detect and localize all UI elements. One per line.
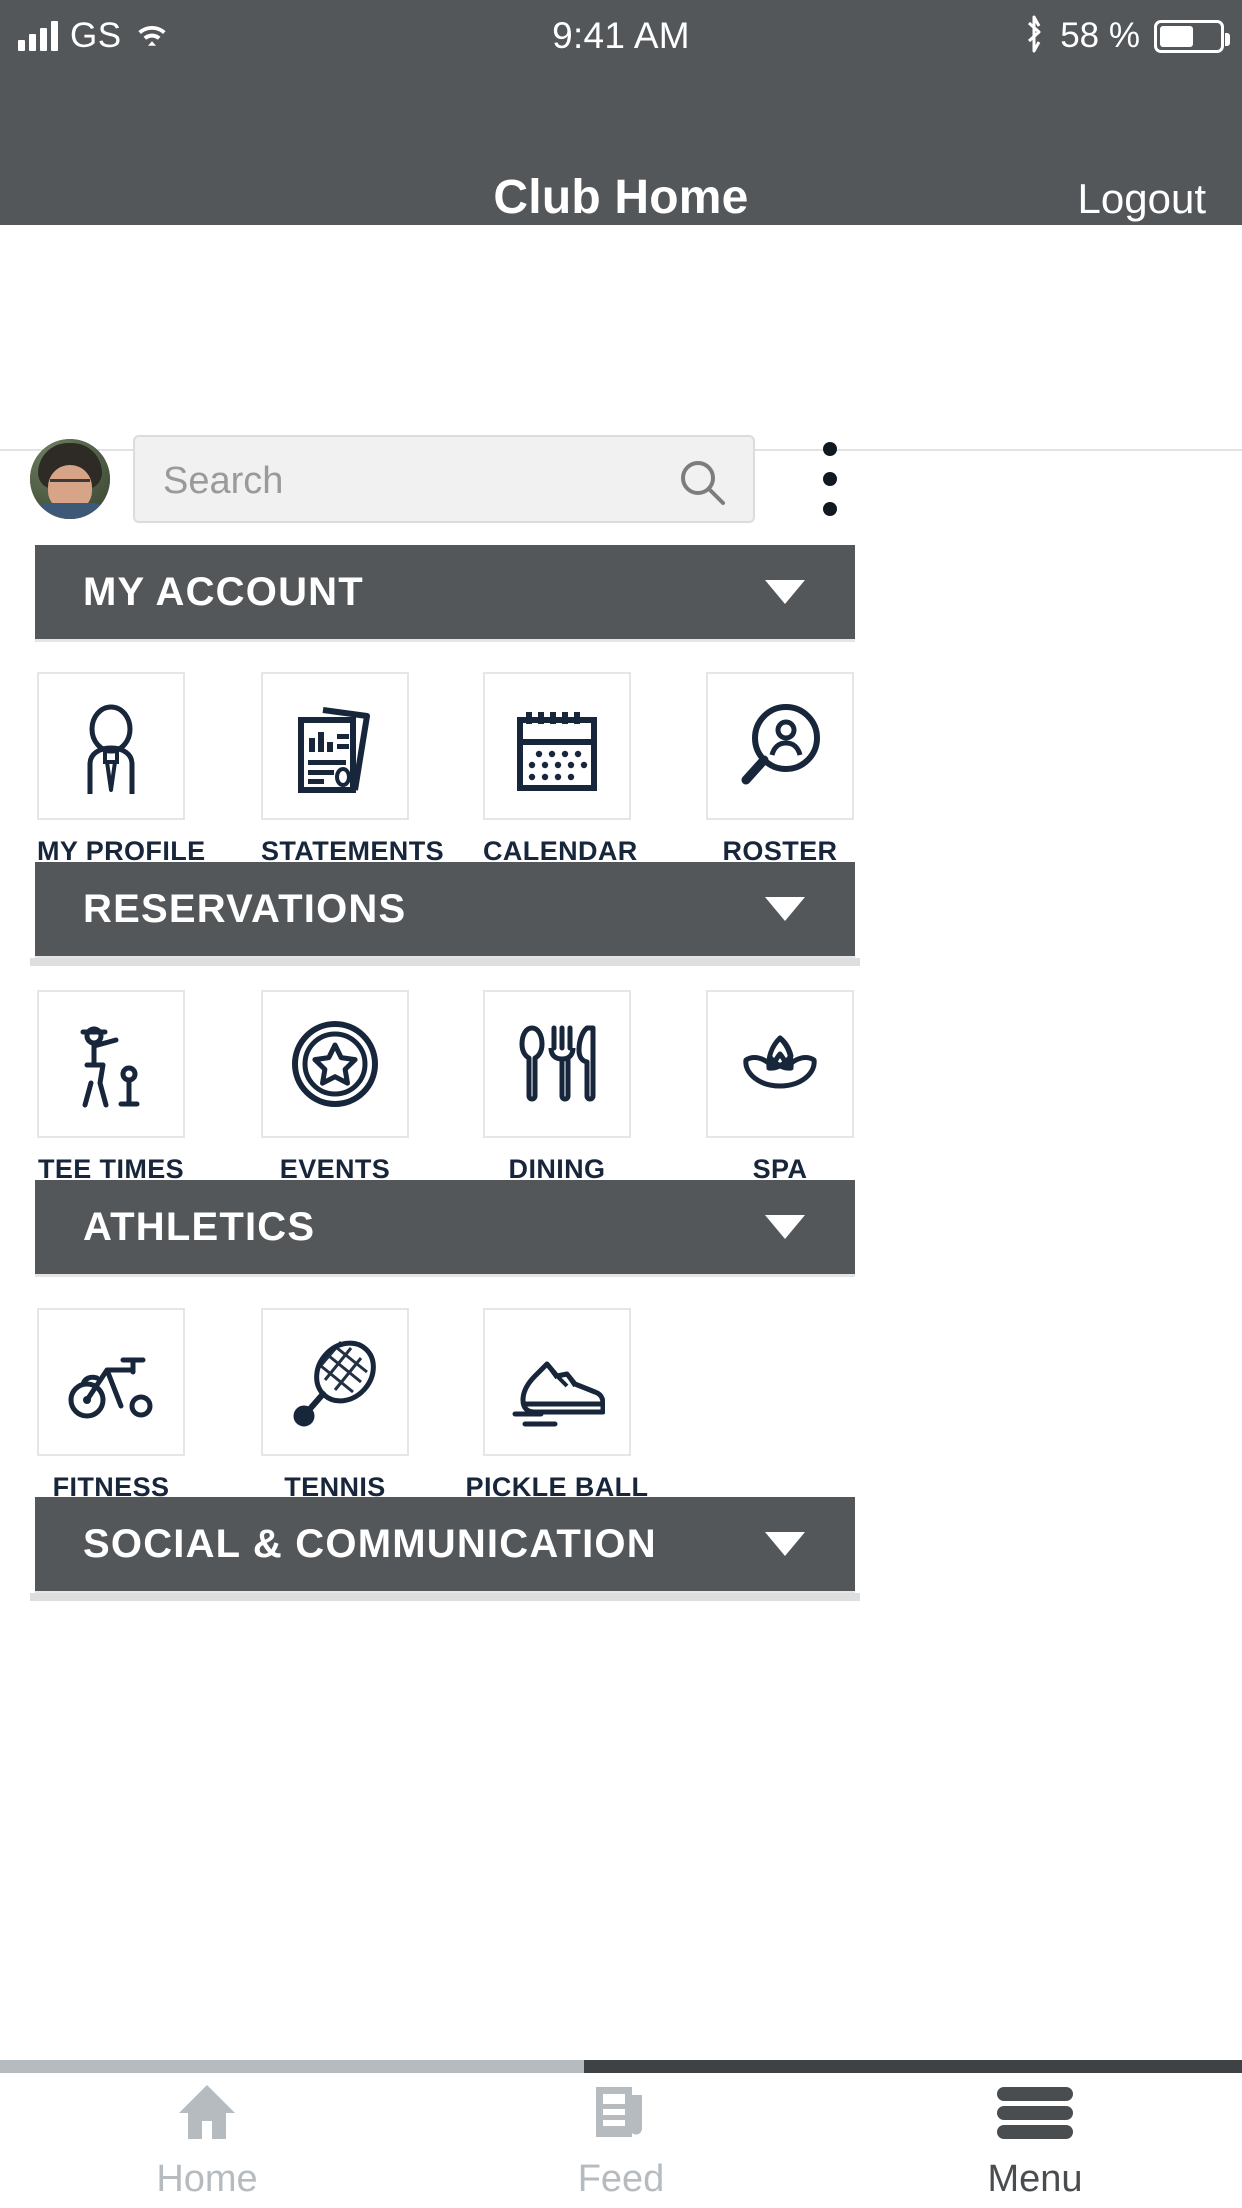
tile-fitness[interactable]: FITNESS [37, 1308, 185, 1503]
lotus-icon [743, 1035, 817, 1089]
clock-label: 9:41 AM [552, 15, 690, 56]
search-placeholder: Search [163, 459, 284, 502]
tile-events[interactable]: EVENTS [261, 990, 409, 1185]
section-header-social-communication[interactable]: SOCIAL & COMMUNICATION [35, 1497, 855, 1591]
running-shoe-icon [512, 1361, 605, 1427]
page-title: Club Home [493, 171, 749, 224]
section-header-athletics[interactable]: ATHLETICS [35, 1180, 855, 1274]
section-header-reservations[interactable]: RESERVATIONS [35, 862, 855, 956]
tile-icon-card [261, 990, 409, 1138]
section-title: MY ACCOUNT [83, 569, 364, 614]
tab-menu[interactable]: Menu [828, 2073, 1242, 2208]
tab-label: Feed [577, 2157, 665, 2200]
section-title: SOCIAL & COMMUNICATION [83, 1521, 657, 1566]
kebab-menu-icon[interactable] [800, 431, 860, 527]
calendar-icon [517, 712, 597, 791]
cutlery-icon [519, 1025, 596, 1102]
tile-icon-card [483, 990, 631, 1138]
exercise-bike-icon [68, 1357, 153, 1419]
person-tie-icon [87, 704, 135, 794]
tile-icon-card [261, 672, 409, 820]
tab-label: Home [156, 2157, 258, 2200]
tile-icon-card [706, 990, 854, 1138]
tab-label: Menu [987, 2157, 1083, 2200]
app-screen: GS 9:41 AM 58 % Club Home Logout Search … [0, 0, 1242, 2208]
tile-tennis[interactable]: TENNIS [261, 1308, 409, 1503]
search-icon[interactable] [677, 457, 729, 514]
chevron-down-icon[interactable] [765, 862, 805, 956]
battery-icon [1154, 19, 1230, 53]
tile-pickle-ball[interactable]: PICKLE BALL [466, 1308, 648, 1503]
tile-statements[interactable]: STATEMENTS [261, 672, 444, 867]
scroll-track-remainder [583, 2060, 1242, 2073]
scroll-thumb[interactable] [0, 2060, 584, 2073]
avatar[interactable] [30, 439, 110, 519]
chevron-down-icon[interactable] [765, 1497, 805, 1591]
chevron-down-icon[interactable] [765, 1180, 805, 1274]
logout-button[interactable]: Logout [1078, 175, 1206, 223]
section-title: ATHLETICS [83, 1204, 316, 1249]
tennis-racket-icon [293, 1340, 376, 1427]
tile-icon-card [706, 672, 854, 820]
tab-home[interactable]: Home [0, 2073, 414, 2208]
navigation-bar: Club Home Logout [0, 72, 1242, 225]
section-divider [30, 958, 860, 966]
person-search-icon [741, 704, 820, 785]
section-divider [30, 1593, 860, 1601]
search-row: Search [0, 225, 1242, 523]
tile-dining[interactable]: DINING [483, 990, 631, 1185]
documents-report-icon [298, 707, 370, 793]
horizontal-scroll-indicator[interactable] [0, 2060, 1242, 2073]
tile-icon-card [37, 1308, 185, 1456]
bottom-tab-bar: Home Feed Menu [0, 2073, 1242, 2208]
star-badge-icon [292, 1021, 378, 1107]
tile-spa[interactable]: SPA [706, 990, 854, 1185]
tile-calendar[interactable]: CALENDAR [483, 672, 637, 867]
tile-icon-card [483, 672, 631, 820]
tile-icon-card [37, 672, 185, 820]
home-icon [175, 2081, 239, 2148]
status-bar: GS 9:41 AM 58 % [0, 0, 1242, 72]
hamburger-menu-icon [993, 2081, 1077, 2148]
chevron-down-icon[interactable] [765, 545, 805, 639]
tile-icon-card [37, 990, 185, 1138]
status-bar-right: 58 % [1022, 0, 1230, 72]
battery-percent-label: 58 % [1060, 16, 1140, 55]
tile-icon-card [483, 1308, 631, 1456]
newspaper-icon [590, 2081, 652, 2148]
section-header-my-account[interactable]: MY ACCOUNT [35, 545, 855, 639]
tile-roster[interactable]: ROSTER [706, 672, 854, 867]
golfer-icon [80, 1026, 140, 1108]
section-title: RESERVATIONS [83, 886, 407, 931]
bluetooth-icon [1022, 14, 1046, 59]
tab-feed[interactable]: Feed [414, 2073, 828, 2208]
search-input[interactable]: Search [133, 435, 755, 523]
tile-icon-card [261, 1308, 409, 1456]
tile-my-profile[interactable]: MY PROFILE [37, 672, 205, 867]
tile-tee-times[interactable]: TEE TIMES [37, 990, 185, 1185]
